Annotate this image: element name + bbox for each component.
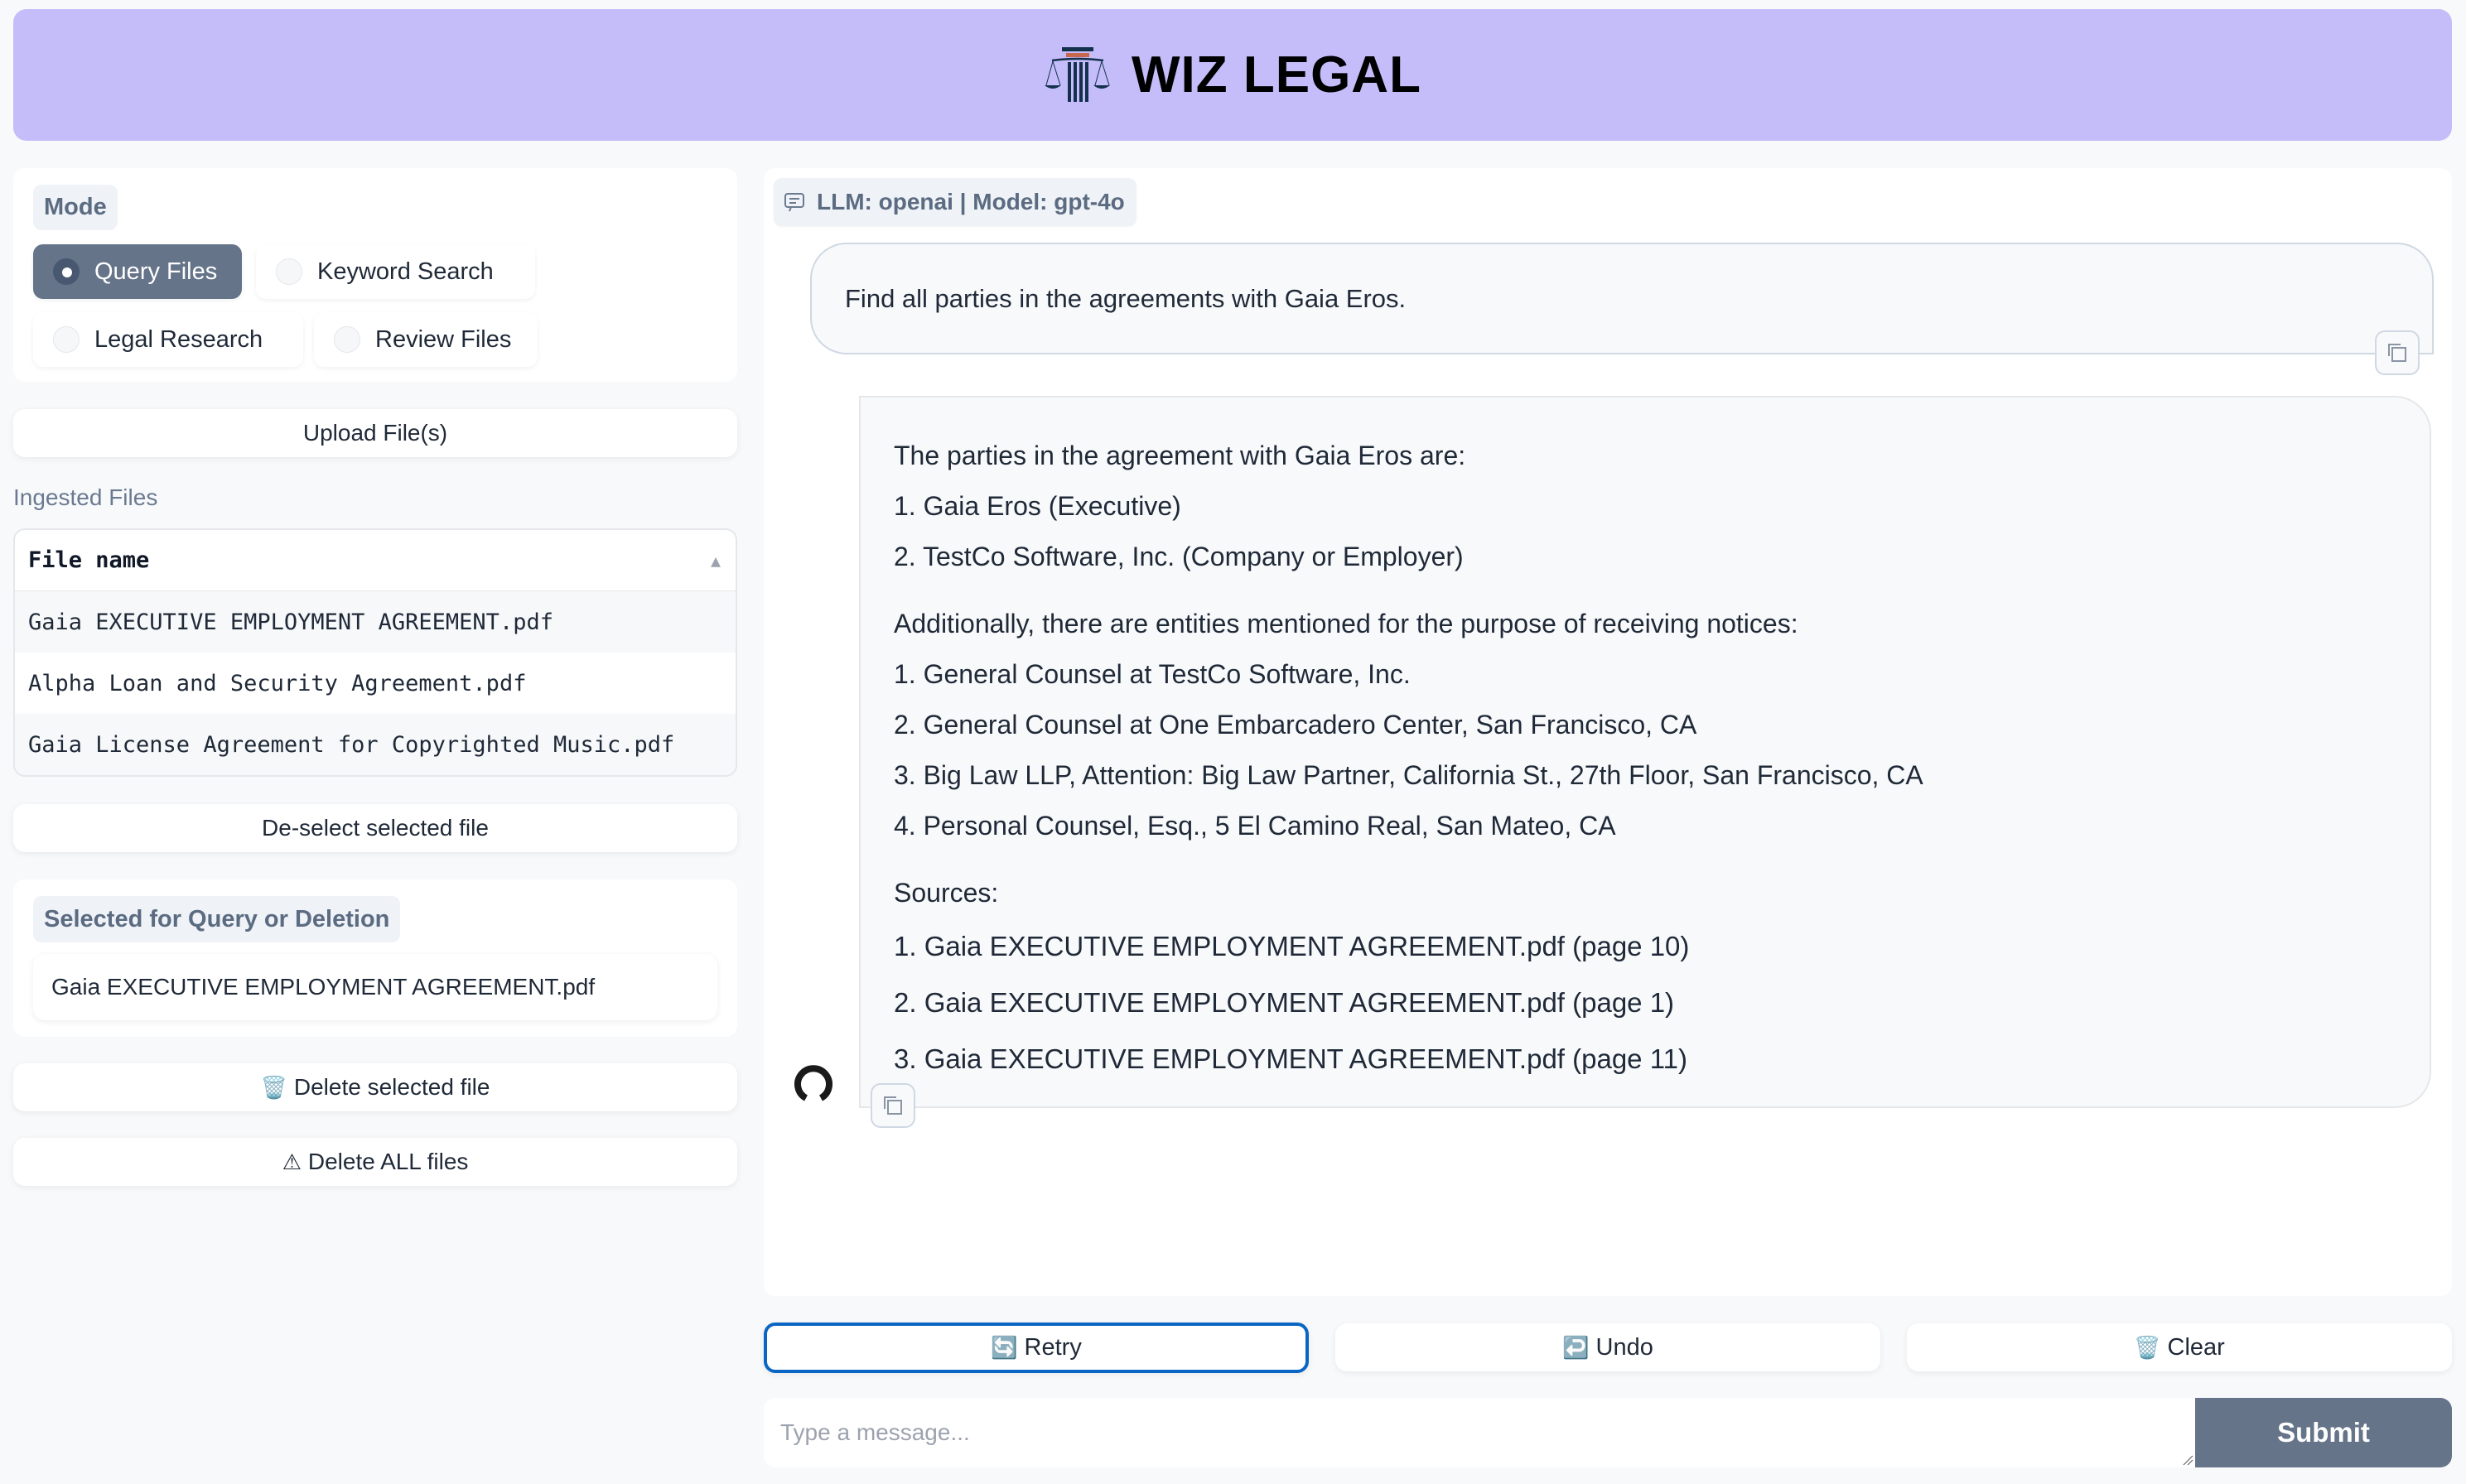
selected-file-value: Gaia EXECUTIVE EMPLOYMENT AGREEMENT.pdf xyxy=(33,954,717,1020)
source-item: 1. Gaia EXECUTIVE EMPLOYMENT AGREEMENT.p… xyxy=(894,931,1690,961)
submit-button[interactable]: Submit xyxy=(2195,1398,2452,1467)
sort-ascending-icon[interactable]: ▲ xyxy=(711,551,721,571)
user-message: Find all parties in the agreements with … xyxy=(810,243,2434,354)
upload-files-label: Upload File(s) xyxy=(302,420,448,446)
warning-icon: ⚠ xyxy=(282,1149,302,1174)
chat-panel: LLM: openai | Model: gpt-4o Find all par… xyxy=(764,168,2452,1296)
deselect-file-button[interactable]: De-select selected file xyxy=(13,804,737,852)
notice-item: 2. General Counsel at One Embarcadero Ce… xyxy=(894,710,1697,740)
selected-file-panel: Selected for Query or Deletion Gaia EXEC… xyxy=(13,879,737,1037)
app-header: WIZ LEGAL xyxy=(13,9,2452,141)
model-badge: LLM: openai | Model: gpt-4o xyxy=(774,178,1136,226)
clear-button[interactable]: 🗑️ Clear xyxy=(1907,1323,2452,1371)
selected-file-label: Selected for Query or Deletion xyxy=(33,896,401,942)
file-name-cell: Gaia License Agreement for Copyrighted M… xyxy=(28,731,675,758)
party-item: 2. TestCo Software, Inc. (Company or Emp… xyxy=(894,542,1464,571)
deselect-file-label: De-select selected file xyxy=(262,815,489,841)
table-row[interactable]: Gaia License Agreement for Copyrighted M… xyxy=(15,714,736,775)
assistant-avatar-icon xyxy=(794,1065,832,1101)
message-paragraph: The parties in the agreement with Gaia E… xyxy=(894,441,1466,470)
upload-files-button[interactable]: Upload File(s) xyxy=(13,409,737,457)
mode-option-label: Review Files xyxy=(375,325,512,353)
brand: WIZ LEGAL xyxy=(1044,42,1421,108)
table-row[interactable]: Alpha Loan and Security Agreement.pdf xyxy=(15,653,736,714)
mode-selector: Mode Query Files Keyword Search Legal Re… xyxy=(13,168,737,382)
courthouse-scales-icon xyxy=(1045,46,1111,102)
assistant-message: The parties in the agreement with Gaia E… xyxy=(859,396,2431,1108)
sources-list: Sources: 1. Gaia EXECUTIVE EMPLOYMENT AG… xyxy=(894,868,2430,1087)
copy-icon xyxy=(2388,344,2406,362)
copy-assistant-message-button[interactable] xyxy=(871,1083,915,1128)
mode-option-label: Query Files xyxy=(94,258,218,285)
party-item: 1. Gaia Eros (Executive) xyxy=(894,491,1181,521)
notice-item: 4. Personal Counsel, Esq., 5 El Camino R… xyxy=(894,811,1616,841)
mode-option-query-files[interactable]: Query Files xyxy=(33,244,242,299)
clear-label: Clear xyxy=(2167,1333,2225,1361)
file-name-cell: Alpha Loan and Security Agreement.pdf xyxy=(28,670,527,696)
ingested-files-table: File name ▲ Gaia EXECUTIVE EMPLOYMENT AG… xyxy=(13,528,737,777)
radio-indicator xyxy=(53,326,80,353)
table-row[interactable]: Gaia EXECUTIVE EMPLOYMENT AGREEMENT.pdf xyxy=(15,591,736,653)
delete-all-files-button[interactable]: ⚠ Delete ALL files xyxy=(13,1138,737,1186)
mode-option-label: Keyword Search xyxy=(317,258,494,285)
copy-user-message-button[interactable] xyxy=(2375,330,2420,375)
delete-all-label: Delete ALL files xyxy=(307,1149,469,1174)
sources-label: Sources: xyxy=(894,878,999,908)
resize-handle-icon[interactable] xyxy=(2182,1454,2193,1466)
retry-button[interactable]: 🔄 Retry xyxy=(764,1323,1309,1373)
table-header[interactable]: File name ▲ xyxy=(15,530,736,591)
mode-option-review-files[interactable]: Review Files xyxy=(314,312,538,367)
submit-label: Submit xyxy=(2277,1417,2370,1448)
column-header-file-name[interactable]: File name xyxy=(28,547,149,573)
app-title: WIZ LEGAL xyxy=(1132,46,1421,104)
undo-button[interactable]: ↩️ Undo xyxy=(1335,1323,1880,1371)
copy-icon xyxy=(884,1096,902,1115)
model-badge-text: LLM: openai | Model: gpt-4o xyxy=(817,189,1125,214)
user-message-text: Find all parties in the agreements with … xyxy=(845,283,1407,313)
mode-option-keyword-search[interactable]: Keyword Search xyxy=(256,244,535,299)
message-paragraph: Additionally, there are entities mention… xyxy=(894,609,1798,638)
trash-icon: 🗑️ xyxy=(260,1074,287,1100)
source-item: 3. Gaia EXECUTIVE EMPLOYMENT AGREEMENT.p… xyxy=(894,1043,1687,1074)
undo-label: Undo xyxy=(1595,1333,1653,1361)
delete-selected-file-button[interactable]: 🗑️ Delete selected file xyxy=(13,1063,737,1111)
message-input[interactable] xyxy=(764,1398,2195,1467)
source-item: 2. Gaia EXECUTIVE EMPLOYMENT AGREEMENT.p… xyxy=(894,987,1675,1018)
notice-item: 3. Big Law LLP, Attention: Big Law Partn… xyxy=(894,760,1923,790)
mode-option-legal-research[interactable]: Legal Research xyxy=(33,312,303,367)
radio-indicator xyxy=(334,326,360,353)
retry-label: Retry xyxy=(1024,1334,1082,1361)
trash-icon: 🗑️ xyxy=(2134,1334,2161,1360)
radio-indicator xyxy=(276,258,302,285)
delete-selected-label: Delete selected file xyxy=(293,1074,490,1100)
mode-label: Mode xyxy=(33,185,118,230)
chat-icon xyxy=(784,193,804,212)
radio-indicator xyxy=(53,258,80,285)
notice-item: 1. General Counsel at TestCo Software, I… xyxy=(894,659,1411,689)
retry-icon: 🔄 xyxy=(991,1335,1018,1360)
undo-icon: ↩️ xyxy=(1562,1334,1590,1360)
ingested-files-label: Ingested Files xyxy=(13,484,158,510)
mode-option-label: Legal Research xyxy=(94,325,263,353)
file-name-cell: Gaia EXECUTIVE EMPLOYMENT AGREEMENT.pdf xyxy=(28,609,553,635)
